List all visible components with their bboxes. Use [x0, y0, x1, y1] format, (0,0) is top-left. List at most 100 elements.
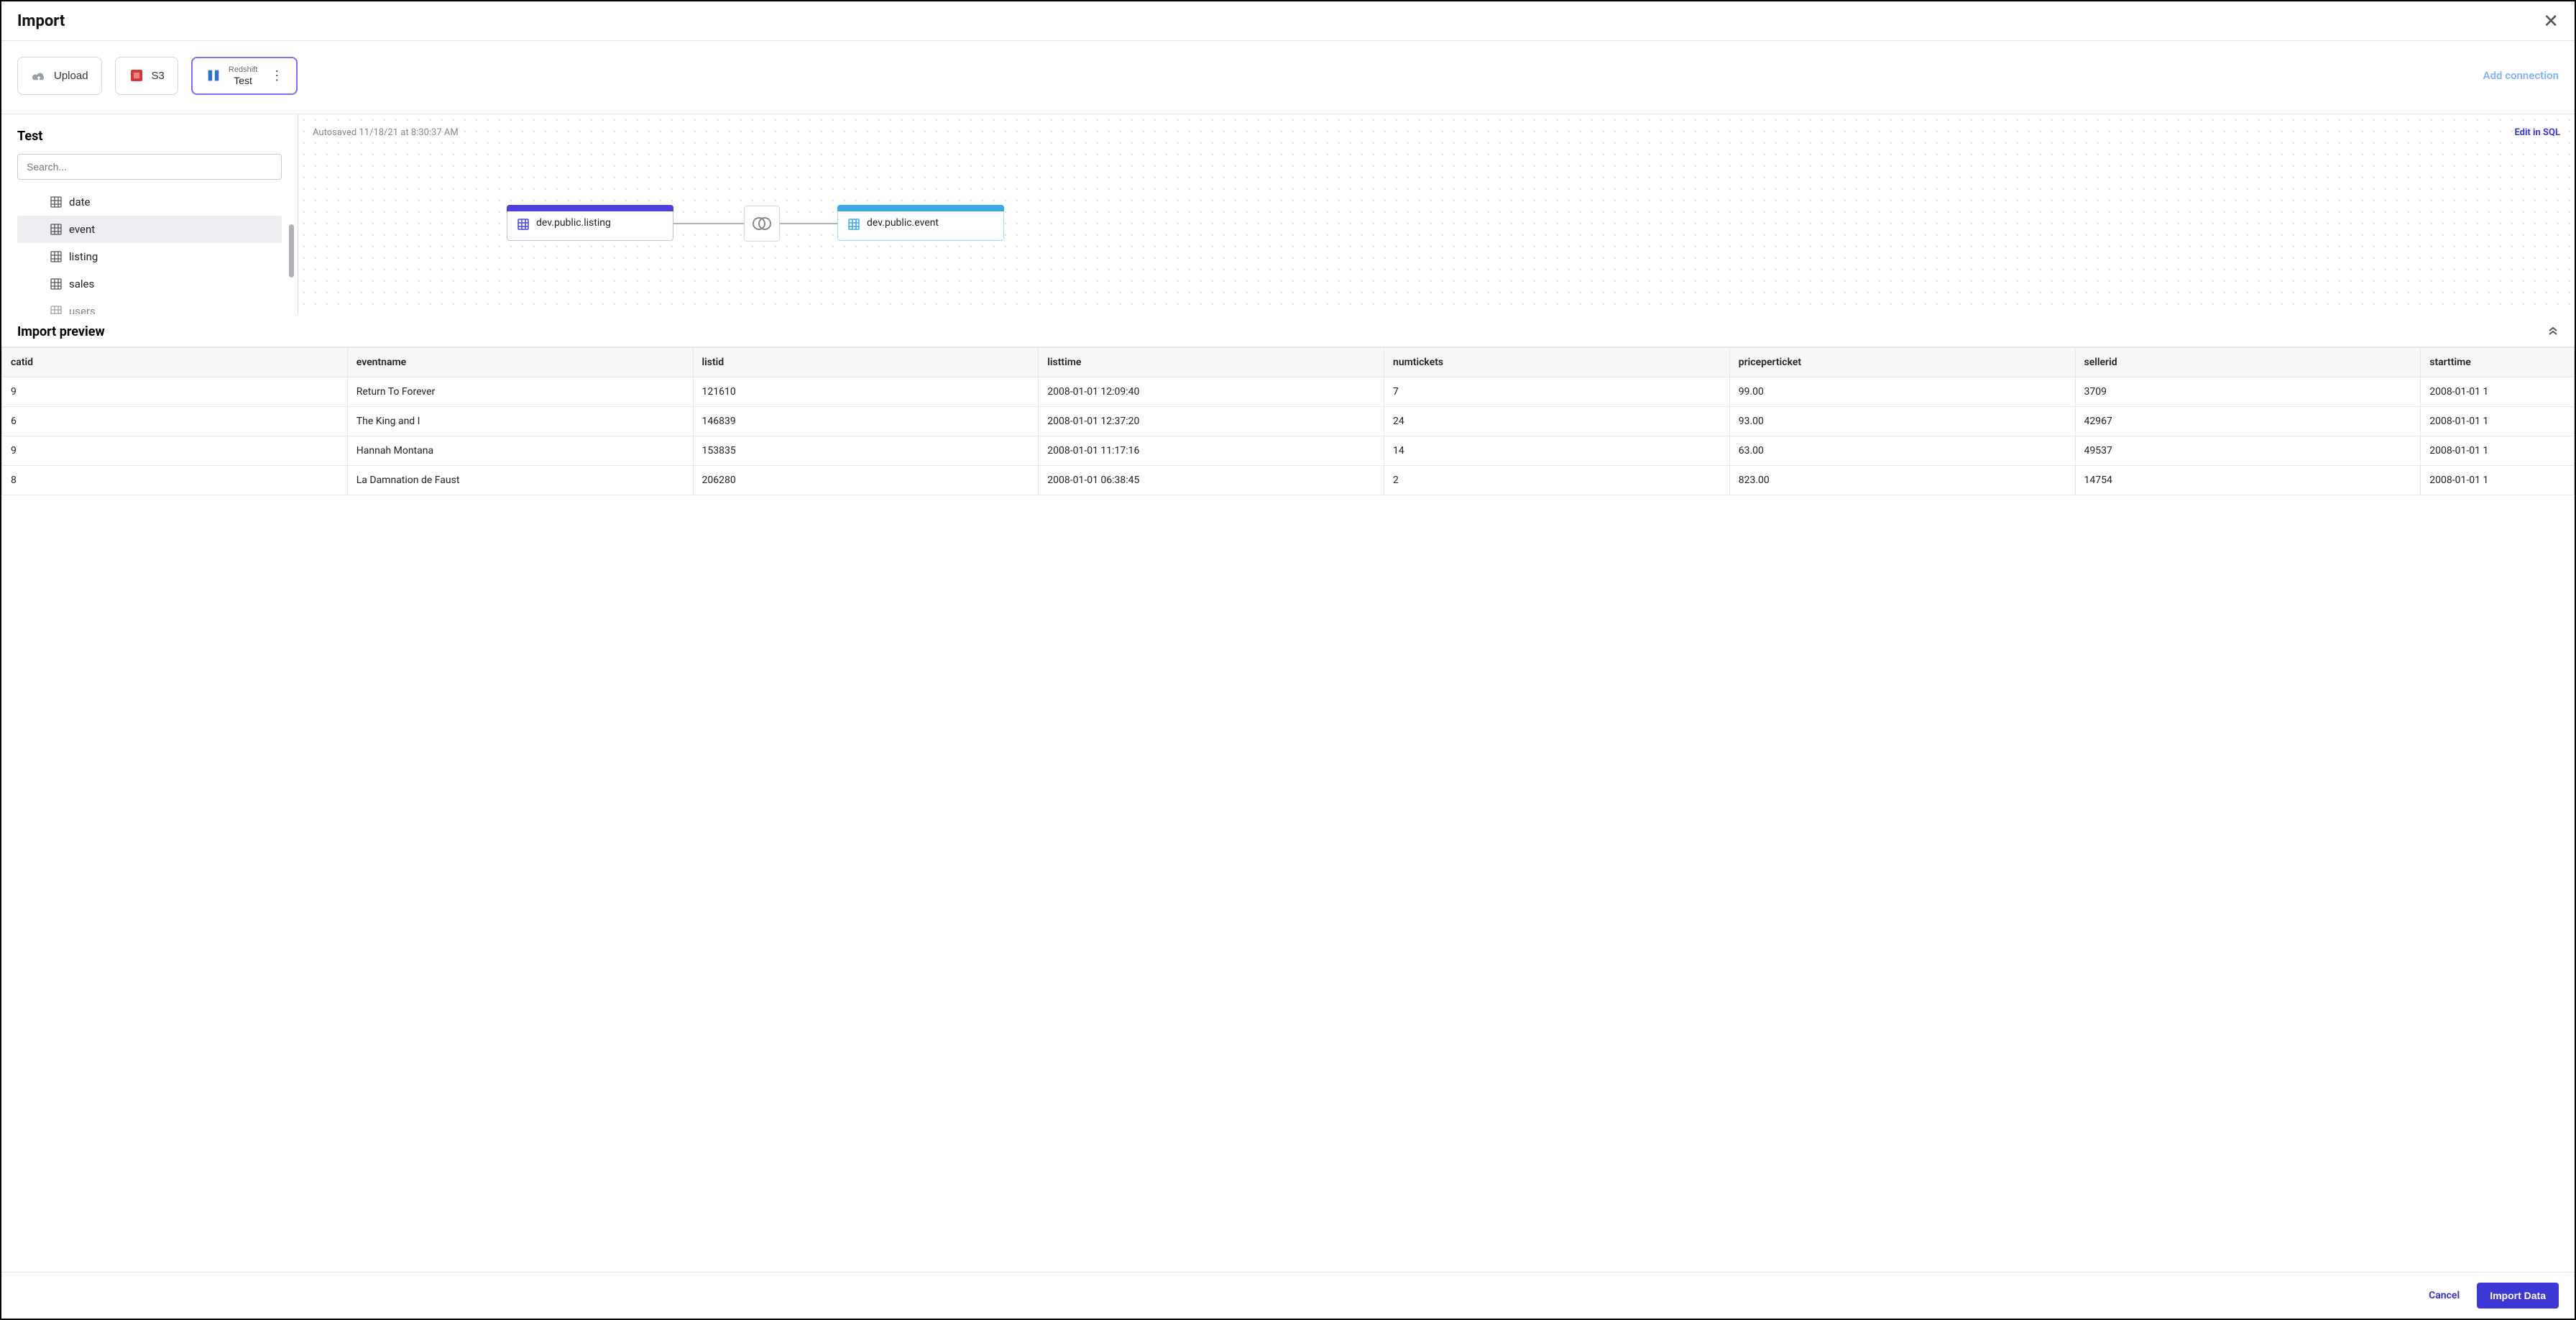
cell: 2008-01-01 12:09:40 [1039, 377, 1384, 406]
import-data-button[interactable]: Import Data [2477, 1283, 2559, 1308]
cell: 42967 [2075, 406, 2421, 436]
upload-label: Upload [54, 70, 88, 82]
cell: 24 [1384, 406, 1730, 436]
page-title: Import [17, 12, 65, 30]
table-row: 9Return To Forever1216102008-01-01 12:09… [2, 377, 2575, 406]
cell: 2008-01-01 11:17:16 [1039, 436, 1384, 465]
table-icon [50, 251, 62, 262]
table-row: 9Hannah Montana1538352008-01-01 11:17:16… [2, 436, 2575, 465]
cell: 2008-01-01 06:38:45 [1039, 465, 1384, 495]
cloud-upload-icon [31, 68, 47, 83]
col-sellerid[interactable]: sellerid [2075, 347, 2421, 377]
table-icon [50, 224, 62, 235]
cell: 8 [2, 465, 348, 495]
s3-icon [129, 68, 144, 83]
cell: 14754 [2075, 465, 2421, 495]
redshift-source-button[interactable]: Redshift Test ⋮ [191, 57, 298, 95]
cell: 99.00 [1729, 377, 2075, 406]
cell: 93.00 [1729, 406, 2075, 436]
col-catid[interactable]: catid [2, 347, 348, 377]
join-connector [673, 223, 744, 224]
sidebar: Test date event listing sales users [1, 114, 298, 314]
table-icon [50, 196, 62, 208]
table-row: 6The King and I1468392008-01-01 12:37:20… [2, 406, 2575, 436]
redshift-type-label: Redshift [229, 65, 257, 75]
sidebar-table-users[interactable]: users [17, 298, 282, 314]
cell: 2008-01-01 12:37:20 [1039, 406, 1384, 436]
table-row: 8La Damnation de Faust2062802008-01-01 0… [2, 465, 2575, 495]
preview-table-wrap[interactable]: catideventnamelistidlisttimenumticketspr… [1, 347, 2575, 1272]
collapse-preview-button[interactable] [2547, 324, 2559, 339]
cell: 153835 [693, 436, 1039, 465]
cell: 146839 [693, 406, 1039, 436]
autosave-text: Autosaved 11/18/21 at 8:30:37 AM [313, 127, 459, 138]
close-button[interactable]: ✕ [2543, 12, 2559, 30]
col-listid[interactable]: listid [693, 347, 1039, 377]
node-label: dev.public.listing [536, 217, 611, 229]
cell: 206280 [693, 465, 1039, 495]
cell: 49537 [2075, 436, 2421, 465]
cell: 9 [2, 377, 348, 406]
chevron-double-up-icon [2547, 324, 2559, 336]
edit-in-sql-link[interactable]: Edit in SQL [2514, 127, 2560, 138]
cell: 2008-01-01 1 [2421, 436, 2575, 465]
cancel-button[interactable]: Cancel [2429, 1290, 2460, 1301]
cell: 121610 [693, 377, 1039, 406]
cell: 2 [1384, 465, 1730, 495]
cell: The King and I [347, 406, 693, 436]
table-name-label: event [69, 223, 95, 236]
table-icon [518, 219, 529, 230]
cell: 2008-01-01 1 [2421, 406, 2575, 436]
table-icon [848, 219, 860, 230]
search-input[interactable] [17, 154, 282, 180]
redshift-name-label: Test [229, 75, 257, 86]
sidebar-table-sales[interactable]: sales [17, 270, 282, 298]
cell: 14 [1384, 436, 1730, 465]
cell: 7 [1384, 377, 1730, 406]
table-icon [50, 278, 62, 290]
table-node-event[interactable]: dev.public.event [837, 205, 1004, 241]
cell: 9 [2, 436, 348, 465]
sidebar-scrollbar[interactable] [289, 224, 294, 278]
add-connection-link[interactable]: Add connection [2483, 69, 2559, 82]
table-list: date event listing sales users [17, 188, 282, 314]
s3-label: S3 [152, 70, 165, 82]
sidebar-table-event[interactable]: event [17, 216, 282, 243]
join-connector [780, 223, 837, 224]
col-listtime[interactable]: listtime [1039, 347, 1384, 377]
cell: 6 [2, 406, 348, 436]
preview-heading: Import preview [17, 324, 105, 339]
join-node[interactable] [744, 206, 780, 242]
col-numtickets[interactable]: numtickets [1384, 347, 1730, 377]
table-icon [50, 306, 62, 314]
source-bar: Upload S3 Redshift Test ⋮ Add connection [1, 41, 2575, 114]
table-name-label: listing [69, 250, 98, 263]
col-starttime[interactable]: starttime [2421, 347, 2575, 377]
preview-table: catideventnamelistidlisttimenumticketspr… [1, 347, 2575, 495]
venn-join-icon [752, 216, 772, 231]
col-eventname[interactable]: eventname [347, 347, 693, 377]
table-name-label: users [69, 305, 96, 314]
close-icon: ✕ [2543, 10, 2559, 32]
cell: Hannah Montana [347, 436, 693, 465]
cell: Return To Forever [347, 377, 693, 406]
redshift-icon [206, 68, 221, 83]
cell: 3709 [2075, 377, 2421, 406]
table-name-label: sales [69, 278, 94, 290]
cell: 63.00 [1729, 436, 2075, 465]
cell: 823.00 [1729, 465, 2075, 495]
upload-source-button[interactable]: Upload [17, 57, 102, 95]
col-priceperticket[interactable]: priceperticket [1729, 347, 2075, 377]
query-canvas[interactable]: Autosaved 11/18/21 at 8:30:37 AM Edit in… [298, 114, 2575, 314]
s3-source-button[interactable]: S3 [115, 57, 178, 95]
cell: La Damnation de Faust [347, 465, 693, 495]
kebab-menu-icon[interactable]: ⋮ [264, 68, 283, 83]
sidebar-table-date[interactable]: date [17, 188, 282, 216]
cell: 2008-01-01 1 [2421, 465, 2575, 495]
table-name-label: date [69, 196, 90, 208]
cell: 2008-01-01 1 [2421, 377, 2575, 406]
table-node-listing[interactable]: dev.public.listing [507, 205, 673, 241]
sidebar-table-listing[interactable]: listing [17, 243, 282, 270]
connection-title: Test [17, 129, 282, 144]
node-label: dev.public.event [867, 217, 939, 229]
